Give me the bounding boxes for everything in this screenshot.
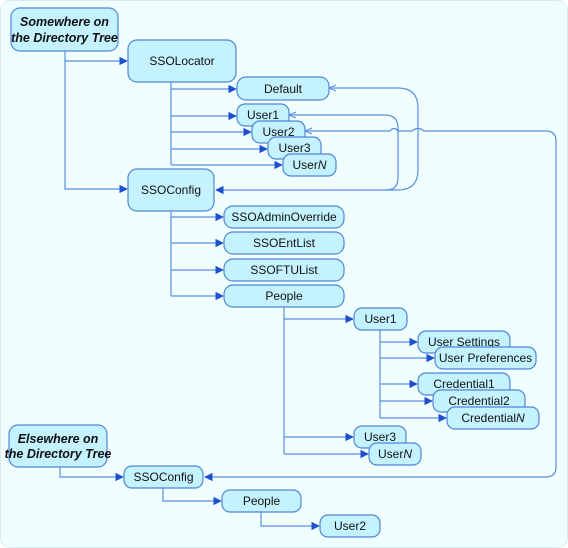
node-elsewhere-user2: User2 [319, 514, 381, 538]
node-label: SSOFTUList [250, 263, 318, 277]
node-label: Credential2 [448, 394, 510, 408]
node-label: Credential1 [433, 377, 495, 391]
node-ssolocator: SSOLocator [127, 39, 237, 83]
node-label: User Preferences [439, 351, 532, 365]
node-ssoconfig: SSOConfig [127, 168, 215, 212]
node-default: Default [236, 76, 330, 101]
node-label: User1 [364, 312, 396, 326]
node-label: the Directory Tree [5, 447, 112, 461]
node-label: Somewhere on [20, 15, 109, 29]
node-label: SSOConfig [133, 470, 193, 484]
node-credentialn: CredentialN [446, 406, 540, 430]
node-user-preferences: User Preferences [434, 346, 537, 370]
node-people-usern: UserN [368, 442, 422, 466]
node-label: CredentialN [461, 411, 525, 425]
node-label: SSOEntList [253, 236, 316, 250]
node-label: UserN [292, 158, 326, 172]
node-label: User1 [247, 108, 279, 122]
node-somewhere-root: Somewhere on the Directory Tree [10, 7, 119, 52]
node-ssoadminoverride: SSOAdminOverride [223, 205, 345, 229]
node-people-user1: User1 [353, 307, 408, 331]
node-label: User3 [364, 430, 396, 444]
node-label: SSOAdminOverride [231, 210, 337, 224]
node-elsewhere-root: Elsewhere on the Directory Tree [5, 424, 112, 468]
node-label: UserN [378, 447, 412, 461]
node-elsewhere-ssoconfig: SSOConfig [123, 465, 204, 489]
directory-tree-diagram: Somewhere on the Directory Tree SSOLocat… [0, 0, 568, 548]
node-label: Default [264, 82, 303, 96]
node-elsewhere-people: People [221, 489, 302, 513]
node-ssoftulist: SSOFTUList [223, 258, 345, 282]
node-label: the Directory Tree [11, 31, 118, 45]
node-label: Elsewhere on [18, 432, 99, 446]
node-label: SSOLocator [149, 54, 214, 68]
node-ssoentlist: SSOEntList [223, 231, 345, 255]
node-locator-usern: UserN [282, 153, 337, 177]
node-people: People [223, 284, 345, 308]
node-label: SSOConfig [141, 183, 201, 197]
node-label: People [243, 494, 281, 508]
node-label: People [265, 289, 303, 303]
node-label: User3 [278, 141, 310, 155]
node-label: User2 [334, 519, 366, 533]
